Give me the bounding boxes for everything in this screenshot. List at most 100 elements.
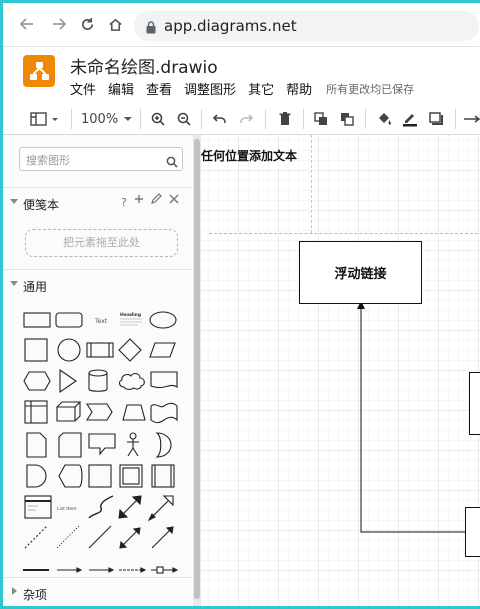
- svg-text:Heading: Heading: [120, 312, 141, 318]
- container-shape: [24, 495, 52, 519]
- menu-arrange[interactable]: 调整图形: [184, 79, 236, 98]
- zoom-value: 100%: [81, 111, 119, 127]
- redo-icon[interactable]: [235, 107, 257, 131]
- to-front-icon[interactable]: [310, 107, 332, 131]
- card-shape: [58, 432, 82, 458]
- arrow-right-icon[interactable]: [49, 14, 69, 34]
- shape-search-input[interactable]: 搜索图形: [19, 147, 183, 171]
- page-view-icon[interactable]: [27, 107, 63, 131]
- connector-3-shape: [119, 567, 147, 573]
- hexagon-shape: [23, 371, 51, 391]
- menu-view[interactable]: 查看: [146, 79, 172, 98]
- collapse-icon: [10, 281, 18, 286]
- cube-shape: [56, 401, 82, 422]
- right-lower-node[interactable]: [465, 507, 480, 557]
- directional-connector-shape: [151, 526, 174, 549]
- bidirectional-arrow-shape: [118, 495, 142, 519]
- step-shape: [86, 403, 113, 421]
- internal-storage-shape: [24, 400, 48, 424]
- scratchpad-label: 便笺本: [23, 198, 60, 212]
- textbox-shape: Heading: [120, 312, 142, 326]
- browser-bar: app.diagrams.net: [3, 3, 480, 47]
- square-2-shape: [88, 464, 112, 488]
- triangle-shape: [59, 368, 77, 394]
- ellipse-shape: [149, 311, 177, 329]
- app-window: app.diagrams.net 未命名绘图.drawio 文件 编辑 查看 调…: [0, 0, 480, 609]
- connector-edge[interactable]: [201, 135, 480, 609]
- fill-color-icon[interactable]: [373, 107, 395, 131]
- scrollbar-thumb[interactable]: [194, 139, 200, 599]
- delete-icon[interactable]: [274, 107, 296, 131]
- general-shapes-palette[interactable]: Text Heading List Item: [17, 305, 187, 575]
- connection-arrow-icon[interactable]: [461, 107, 480, 131]
- scratchpad-dropzone[interactable]: 把元素拖至此处: [25, 229, 178, 257]
- search-placeholder: 搜索图形: [26, 154, 70, 167]
- sidebar-scrollbar[interactable]: [193, 135, 201, 606]
- misc-header[interactable]: 杂项: [3, 577, 192, 606]
- curve-shape: [88, 495, 114, 519]
- node-label: 浮动链接: [334, 267, 387, 282]
- menu-help[interactable]: 帮助: [286, 79, 312, 98]
- help-icon[interactable]: ?: [121, 196, 127, 209]
- arrow-shape: [147, 495, 174, 522]
- menu-extras[interactable]: 其它: [248, 79, 274, 98]
- tape-shape: [150, 402, 178, 424]
- save-status: 所有更改均已保存: [326, 83, 415, 96]
- menu-bar: 文件 编辑 查看 调整图形 其它 帮助 所有更改均已保存: [70, 79, 426, 98]
- general-label: 通用: [23, 280, 48, 294]
- connector-2-shape: [89, 567, 115, 573]
- zoom-in-icon[interactable]: [147, 107, 169, 131]
- add-icon[interactable]: [134, 193, 144, 207]
- trapezoid-shape: [122, 404, 146, 421]
- toolbar-separator: [365, 109, 366, 129]
- cylinder-shape: [88, 369, 108, 392]
- line-color-icon[interactable]: [399, 107, 421, 131]
- note-shape: [26, 432, 47, 458]
- arrow-left-icon[interactable]: [17, 14, 37, 34]
- toolbar-separator: [455, 109, 456, 129]
- home-icon[interactable]: [105, 14, 125, 34]
- scratchpad-header[interactable]: 便笺本 ?: [3, 187, 192, 217]
- menu-edit[interactable]: 编辑: [108, 79, 134, 98]
- list-item-shape: List Item: [57, 506, 77, 512]
- process-shape: [86, 342, 114, 358]
- text-shape: Text: [94, 318, 108, 325]
- or-shape: [155, 432, 172, 458]
- edit-icon[interactable]: [151, 193, 162, 207]
- cloud-shape: [119, 373, 145, 390]
- toolbar: 100%: [3, 103, 480, 135]
- document-title[interactable]: 未命名绘图.drawio: [70, 53, 218, 78]
- menu-file[interactable]: 文件: [70, 79, 96, 98]
- toolbar-separator: [140, 109, 141, 129]
- undo-icon[interactable]: [209, 107, 231, 131]
- search-icon[interactable]: [166, 153, 178, 172]
- zoom-out-icon[interactable]: [173, 107, 195, 131]
- connector-4-shape: [151, 566, 179, 574]
- line-shape: [88, 525, 112, 549]
- shadow-icon[interactable]: [425, 107, 447, 131]
- square-shape: [24, 338, 48, 362]
- floating-link-node[interactable]: 浮动链接: [299, 241, 422, 304]
- close-icon[interactable]: [169, 193, 179, 207]
- diagram-canvas[interactable]: 任何位置添加文本 浮动链接: [201, 135, 480, 609]
- diamond-shape: [118, 338, 142, 362]
- bidirectional-connector-shape: [119, 527, 141, 549]
- lock-icon: [146, 19, 156, 34]
- zoom-select[interactable]: 100%: [81, 107, 133, 131]
- rounded-rectangle-shape: [55, 312, 83, 328]
- document-shape: [150, 371, 178, 389]
- right-node[interactable]: [469, 372, 480, 435]
- misc-label: 杂项: [23, 588, 48, 602]
- reload-icon[interactable]: [77, 14, 97, 34]
- toolbar-separator: [303, 109, 304, 129]
- dotted-line-shape: [56, 525, 80, 549]
- callout-shape: [88, 433, 116, 456]
- delay-shape: [26, 464, 47, 488]
- frame-shape: [119, 464, 143, 488]
- general-header[interactable]: 通用: [3, 269, 192, 299]
- address-bar[interactable]: app.diagrams.net: [134, 11, 479, 41]
- expand-icon: [12, 587, 17, 595]
- display-shape: [58, 464, 83, 488]
- toolbar-separator: [265, 109, 266, 129]
- to-back-icon[interactable]: [336, 107, 358, 131]
